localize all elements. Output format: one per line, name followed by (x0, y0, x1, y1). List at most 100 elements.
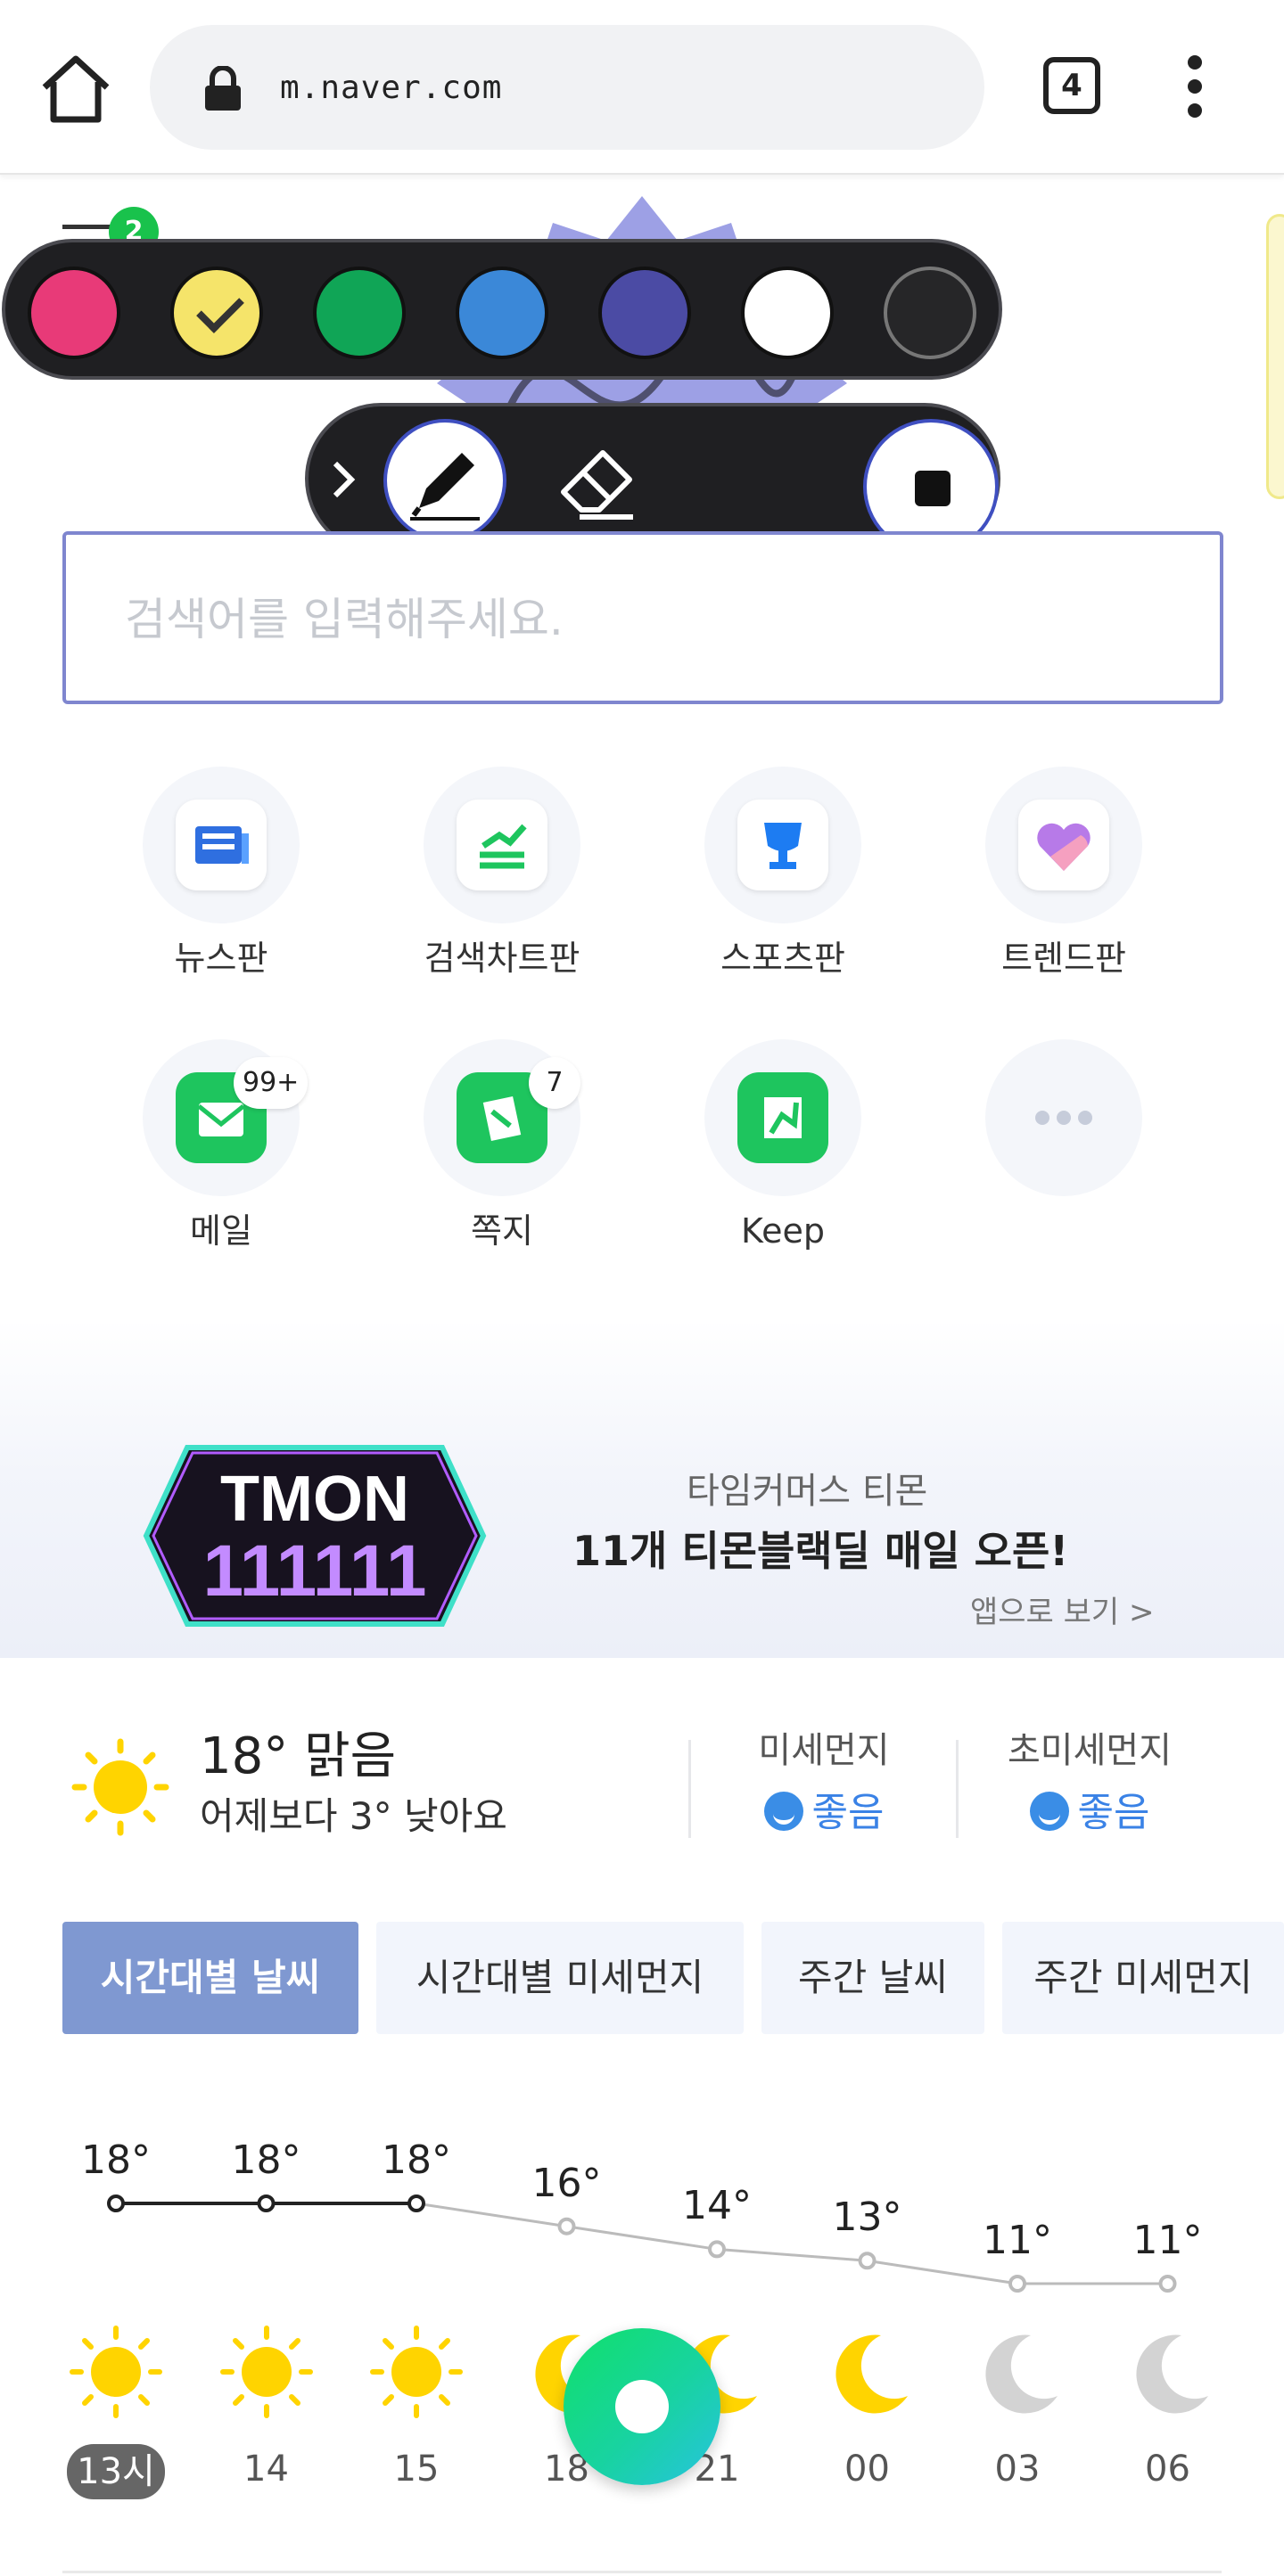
tmon-logo: TMON 111111 (143, 1444, 487, 1628)
hour-label: 06 (1145, 2449, 1190, 2490)
shortcut-keep[interactable]: Keep (651, 1039, 883, 1280)
lock-icon (202, 65, 244, 111)
sun-icon (218, 2323, 316, 2421)
hour-temperature-label: 11° (1132, 2218, 1203, 2263)
svg-text:TMON: TMON (220, 1464, 409, 1535)
shortcut-sports[interactable]: 스포츠판 (651, 767, 883, 1007)
shortcut-note[interactable]: 7 쪽지 (370, 1039, 602, 1280)
keep-icon (737, 1072, 828, 1163)
kebab-menu-icon[interactable] (1179, 55, 1214, 118)
hour-label: 03 (994, 2449, 1041, 2490)
mail-count-badge: 99+ (234, 1057, 309, 1109)
shortcut-label: 스포츠판 (720, 939, 845, 978)
hour-temperature-label: 14° (682, 2183, 752, 2229)
shortcut-label: 트렌드판 (1001, 939, 1126, 978)
color-swatch-white[interactable] (741, 267, 834, 359)
current-temperature: 18° 맑음 (200, 1727, 397, 1785)
more-icon (985, 1039, 1142, 1196)
moon-icon (819, 2323, 917, 2421)
temperature-compare: 어제보다 3° 낮아요 (200, 1794, 507, 1838)
temperature-point (107, 2195, 125, 2212)
address-bar[interactable]: m.naver.com (150, 25, 984, 150)
ad-title: 11개 티몬블랙딜 매일 오픈! (572, 1527, 1069, 1575)
hour-temperature-label: 18° (382, 2137, 451, 2183)
hour-temperature-label: 13° (832, 2195, 902, 2241)
shortcut-label: Keep (741, 1211, 825, 1251)
shortcut-label: 검색차트판 (424, 939, 580, 978)
record-dot-icon (615, 2380, 669, 2433)
record-fab-button[interactable] (564, 2328, 720, 2485)
open-app-link[interactable]: 앱으로 보기 > (970, 1592, 1155, 1633)
hour-temperature-label: 18° (81, 2137, 151, 2183)
fine-dust-value: 좋음 (974, 1786, 1206, 1840)
hour-label: 15 (393, 2449, 440, 2490)
temperature-point (407, 2195, 425, 2212)
eraser-icon[interactable] (544, 428, 651, 535)
shortcut-label: 메일 (190, 1211, 252, 1251)
tab-weekly-dust[interactable]: 주간 미세먼지 (1002, 1922, 1284, 2034)
color-swatch-green[interactable] (313, 267, 406, 359)
weather-summary[interactable]: 18° 맑음 어제보다 3° 낮아요 미세먼지 좋음 초미세먼지 좋음 (0, 1676, 1284, 1890)
shortcut-news[interactable]: 뉴스판 (89, 767, 321, 1007)
temperature-point (858, 2252, 877, 2270)
hour-label: 00 (844, 2449, 890, 2490)
dust-label: 미세먼지 (758, 1730, 890, 1771)
home-icon[interactable] (36, 52, 116, 127)
shortcut-label: 쪽지 (471, 1211, 533, 1251)
shortcut-more[interactable] (932, 1039, 1164, 1280)
shortcut-trend[interactable]: 트렌드판 (932, 767, 1164, 1007)
temperature-line-segment (716, 2247, 868, 2262)
shortcut-search-chart[interactable]: 검색차트판 (370, 767, 602, 1007)
color-swatch-yellow[interactable] (170, 267, 263, 359)
temperature-point (557, 2217, 576, 2236)
sun-icon (71, 1738, 169, 1836)
ad-subtitle: 타임커머스 티몬 (687, 1471, 928, 1512)
temperature-point (257, 2195, 276, 2212)
temperature-line-svg (107, 2195, 1177, 2293)
moon-gray-icon (1119, 2323, 1217, 2421)
smile-face-icon (1029, 1792, 1069, 1831)
dust-value: 좋음 (708, 1786, 940, 1840)
color-swatch-pink[interactable] (28, 267, 120, 359)
search-input[interactable]: 검색어를 입력해주세요. (62, 531, 1223, 704)
tab-switcher-button[interactable]: 4 (1043, 57, 1100, 114)
search-chart-icon (457, 800, 547, 890)
temperature-point (708, 2240, 726, 2259)
divider (956, 1740, 959, 1838)
color-swatch-blue[interactable] (456, 267, 548, 359)
divider (688, 1740, 691, 1838)
hour-label: 14 (243, 2449, 289, 2490)
smile-face-icon (763, 1792, 803, 1831)
temperature-point (1008, 2275, 1026, 2293)
hour-temperature-label: 16° (531, 2160, 602, 2206)
news-icon (176, 800, 267, 890)
tab-weekly-weather[interactable]: 주간 날씨 (761, 1922, 984, 2034)
heart-icon (1018, 800, 1109, 890)
moon-gray-icon (968, 2323, 1066, 2421)
hourly-weather-chart: 18° 13시 18° 14 18° 15 16° 18 14° 21 13° 00 11° 03 11° 0… (0, 2050, 1284, 2576)
search-placeholder: 검색어를 입력해주세요. (125, 594, 564, 645)
shortcut-label: 뉴스판 (174, 939, 268, 978)
hour-temperature-label: 11° (983, 2218, 1052, 2263)
side-widget-edge[interactable] (1266, 214, 1284, 499)
url-text: m.naver.com (280, 70, 503, 106)
stop-icon (915, 471, 951, 506)
section-divider (62, 2571, 1222, 2573)
note-count-badge: 7 (529, 1057, 580, 1109)
pen-icon[interactable] (383, 419, 506, 542)
browser-toolbar: m.naver.com 4 (0, 0, 1284, 175)
ad-banner[interactable]: TMON 111111 타임커머스 티몬 11개 티몬블랙딜 매일 오픈! 앱으… (0, 1319, 1284, 1658)
color-swatch-black[interactable] (884, 267, 976, 359)
current-hour-label: 13시 (67, 2444, 165, 2499)
sun-icon (367, 2323, 465, 2421)
expand-chevron-icon[interactable] (326, 451, 362, 508)
svg-text:111111: 111111 (202, 1530, 426, 1612)
temperature-point (1158, 2275, 1177, 2293)
sun-icon (67, 2323, 165, 2421)
tab-hourly-dust[interactable]: 시간대별 미세먼지 (376, 1922, 744, 2034)
hour-temperature-label: 18° (231, 2137, 301, 2183)
trophy-icon (737, 800, 828, 890)
color-swatch-indigo[interactable] (598, 267, 691, 359)
tab-hourly-weather[interactable]: 시간대별 날씨 (62, 1922, 358, 2034)
shortcut-mail[interactable]: 99+ 메일 (89, 1039, 321, 1280)
